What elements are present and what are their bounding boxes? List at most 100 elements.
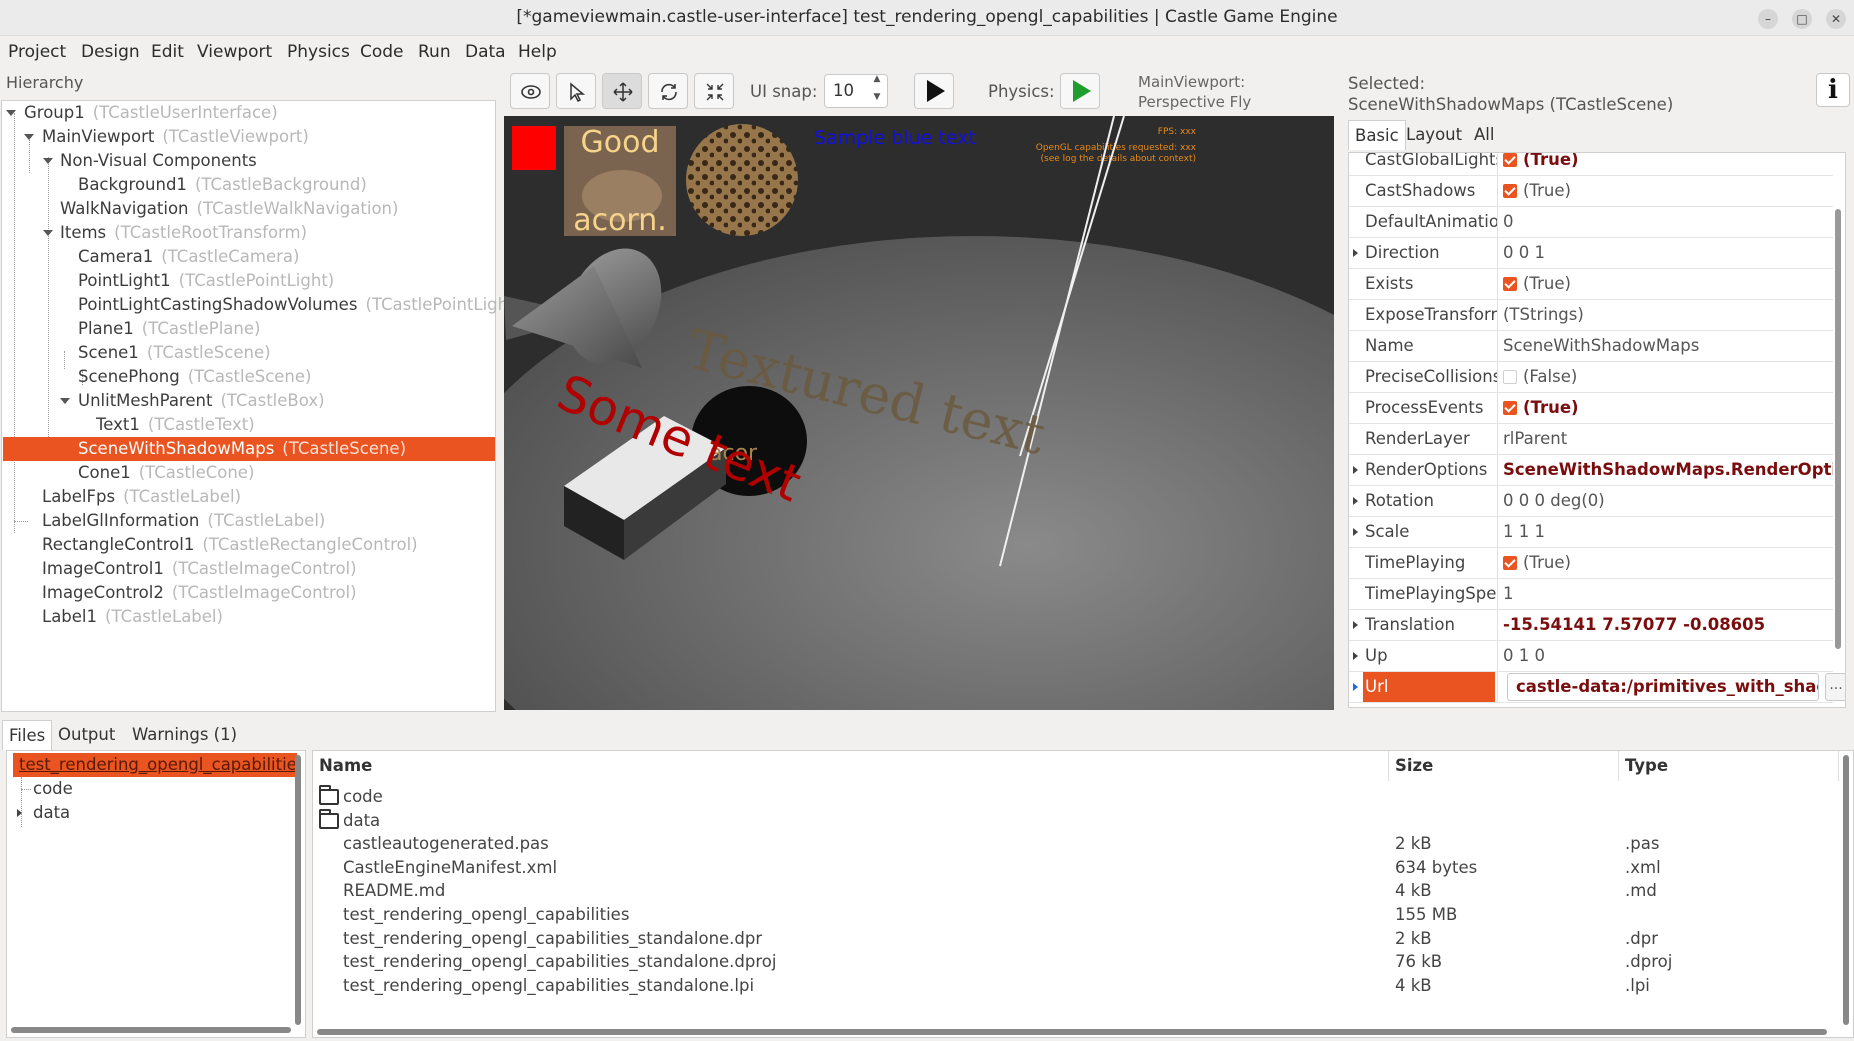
hierarchy-node[interactable]: Camera1 (TCastleCamera): [78, 245, 299, 269]
horizontal-scrollbar[interactable]: [11, 1027, 291, 1033]
tab-files[interactable]: Files: [2, 720, 53, 750]
expand-arrow-icon[interactable]: [1353, 528, 1358, 536]
property-row[interactable]: TimePlayingSpee 1: [1349, 579, 1833, 610]
property-value[interactable]: (TStrings): [1503, 300, 1833, 330]
browse-button[interactable]: ...: [1825, 673, 1845, 701]
checkbox[interactable]: [1503, 556, 1517, 570]
property-value[interactable]: 0 0 1: [1503, 238, 1833, 268]
menu-project[interactable]: Project: [8, 42, 66, 62]
info-button[interactable]: i: [1816, 73, 1850, 107]
checkbox[interactable]: [1503, 153, 1517, 167]
expand-arrow-icon[interactable]: [1353, 249, 1358, 257]
hierarchy-node[interactable]: Non-Visual Components: [60, 149, 265, 173]
property-row-url[interactable]: Url castle-data:/primitives_with_shadow …: [1349, 672, 1845, 703]
property-value[interactable]: (True): [1503, 548, 1833, 578]
expand-arrow-icon[interactable]: [1353, 652, 1358, 660]
translate-mode-button[interactable]: [602, 73, 642, 109]
property-row[interactable]: Scale 1 1 1: [1349, 517, 1833, 548]
menu-physics[interactable]: Physics: [287, 42, 350, 62]
hierarchy-node[interactable]: WalkNavigation (TCastleWalkNavigation): [60, 197, 398, 221]
property-row[interactable]: RenderLayer rlParent: [1349, 424, 1833, 455]
menu-help[interactable]: Help: [518, 42, 557, 62]
property-row[interactable]: Name SceneWithShadowMaps: [1349, 331, 1833, 362]
spin-up-icon[interactable]: ▲: [870, 74, 884, 88]
checkbox[interactable]: [1503, 277, 1517, 291]
menu-viewport[interactable]: Viewport: [197, 42, 272, 62]
hierarchy-node[interactable]: Cone1 (TCastleCone): [78, 461, 254, 485]
property-row[interactable]: Exists (True): [1349, 269, 1833, 300]
minimize-button[interactable]: –: [1758, 9, 1778, 29]
play-button[interactable]: [914, 73, 954, 109]
hierarchy-node[interactable]: MainViewport (TCastleViewport): [42, 125, 309, 149]
property-value[interactable]: SceneWithShadowMaps.RenderOptions: [1503, 455, 1833, 485]
tab-warnings[interactable]: Warnings (1): [126, 720, 243, 750]
property-row[interactable]: DefaultAnimatio 0: [1349, 207, 1833, 238]
expand-arrow-icon[interactable]: [1353, 497, 1358, 505]
vertical-scrollbar[interactable]: [295, 755, 301, 1025]
collapse-arrow-icon[interactable]: [6, 110, 16, 116]
menu-design[interactable]: Design: [81, 42, 140, 62]
files-tree[interactable]: test_rendering_opengl_capabilitie code d…: [6, 750, 306, 1038]
property-value[interactable]: (True): [1503, 393, 1833, 423]
property-row[interactable]: ExposeTransforr (TStrings): [1349, 300, 1833, 331]
rotate-mode-button[interactable]: [648, 73, 688, 109]
expand-arrow-icon[interactable]: [1353, 621, 1358, 629]
property-value[interactable]: (True): [1503, 269, 1833, 299]
horizontal-scrollbar[interactable]: [317, 1029, 1827, 1035]
vertical-scrollbar[interactable]: [1843, 755, 1849, 1025]
hierarchy-node[interactable]: ImageControl2 (TCastleImageControl): [42, 581, 357, 605]
property-value[interactable]: (False): [1503, 362, 1833, 392]
collapse-arrow-icon[interactable]: [43, 158, 53, 164]
hierarchy-node[interactable]: LabelFps (TCastleLabel): [42, 485, 241, 509]
hierarchy-node[interactable]: Scene1 (TCastleScene): [78, 341, 271, 365]
url-field[interactable]: castle-data:/primitives_with_shadow: [1507, 673, 1819, 701]
property-row[interactable]: TimePlaying (True): [1349, 548, 1833, 579]
design-viewport[interactable]: Good acorn. Sample blue text FPS: xxx Op…: [504, 116, 1334, 710]
interact-mode-button[interactable]: [510, 73, 550, 109]
hierarchy-node[interactable]: RectangleControl1 (TCastleRectangleContro…: [42, 533, 418, 557]
collapse-arrow-icon[interactable]: [24, 134, 34, 140]
close-button[interactable]: ✕: [1826, 9, 1846, 29]
hierarchy-node[interactable]: PointLight1 (TCastlePointLight): [78, 269, 334, 293]
property-row[interactable]: CastShadows (True): [1349, 176, 1833, 207]
property-value[interactable]: (True): [1503, 153, 1833, 175]
menu-data[interactable]: Data: [465, 42, 506, 62]
vertical-scrollbar[interactable]: [1835, 209, 1841, 649]
scale-mode-button[interactable]: [694, 73, 734, 109]
tree-item-code[interactable]: code: [33, 777, 73, 801]
hierarchy-node[interactable]: Text1 (TCastleText): [96, 413, 255, 437]
expand-arrow-icon[interactable]: [1353, 683, 1358, 691]
property-value[interactable]: 1: [1503, 579, 1833, 609]
property-row[interactable]: ProcessEvents (True): [1349, 393, 1833, 424]
menu-code[interactable]: Code: [360, 42, 404, 62]
spin-down-icon[interactable]: ▼: [870, 92, 884, 106]
property-row[interactable]: CastGlobalLights (True): [1349, 153, 1833, 176]
property-value[interactable]: 0: [1503, 207, 1833, 237]
tree-item-data[interactable]: data: [33, 801, 70, 825]
property-row[interactable]: Rotation 0 0 0 deg(0): [1349, 486, 1833, 517]
property-grid[interactable]: CastGlobalLights (True) CastShadows (True) D…: [1348, 152, 1846, 708]
checkbox[interactable]: [1503, 401, 1517, 415]
tab-all[interactable]: All: [1468, 120, 1500, 150]
hierarchy-node-selected[interactable]: SceneWithShadowMaps (TCastleScene): [3, 437, 495, 461]
collapse-arrow-icon[interactable]: [43, 230, 53, 236]
physics-play-button[interactable]: [1060, 73, 1100, 109]
property-row[interactable]: Translation -15.54141 7.57077 -0.08605: [1349, 610, 1833, 641]
column-type[interactable]: Type: [1619, 751, 1839, 781]
expand-arrow-icon[interactable]: [1353, 466, 1358, 474]
column-size[interactable]: Size: [1389, 751, 1619, 781]
file-row[interactable]: test_rendering_opengl_capabilities_stand…: [313, 972, 1833, 1000]
tab-layout[interactable]: Layout: [1400, 120, 1468, 150]
hierarchy-node[interactable]: Background1 (TCastleBackground): [78, 173, 367, 197]
hierarchy-node[interactable]: Label1 (TCastleLabel): [42, 605, 223, 629]
property-value[interactable]: 1 1 1: [1503, 517, 1833, 547]
property-value[interactable]: -15.54141 7.57077 -0.08605: [1503, 610, 1833, 640]
property-value[interactable]: 0 1 0: [1503, 641, 1833, 671]
tab-output[interactable]: Output: [52, 720, 121, 750]
menu-run[interactable]: Run: [418, 42, 451, 62]
menu-edit[interactable]: Edit: [151, 42, 184, 62]
column-name[interactable]: Name: [313, 751, 1389, 781]
project-root-node[interactable]: test_rendering_opengl_capabilitie: [13, 753, 297, 777]
property-value[interactable]: (True): [1503, 176, 1833, 206]
hierarchy-tree[interactable]: Group1 (TCastleUserInterface) MainViewpor…: [1, 100, 508, 712]
